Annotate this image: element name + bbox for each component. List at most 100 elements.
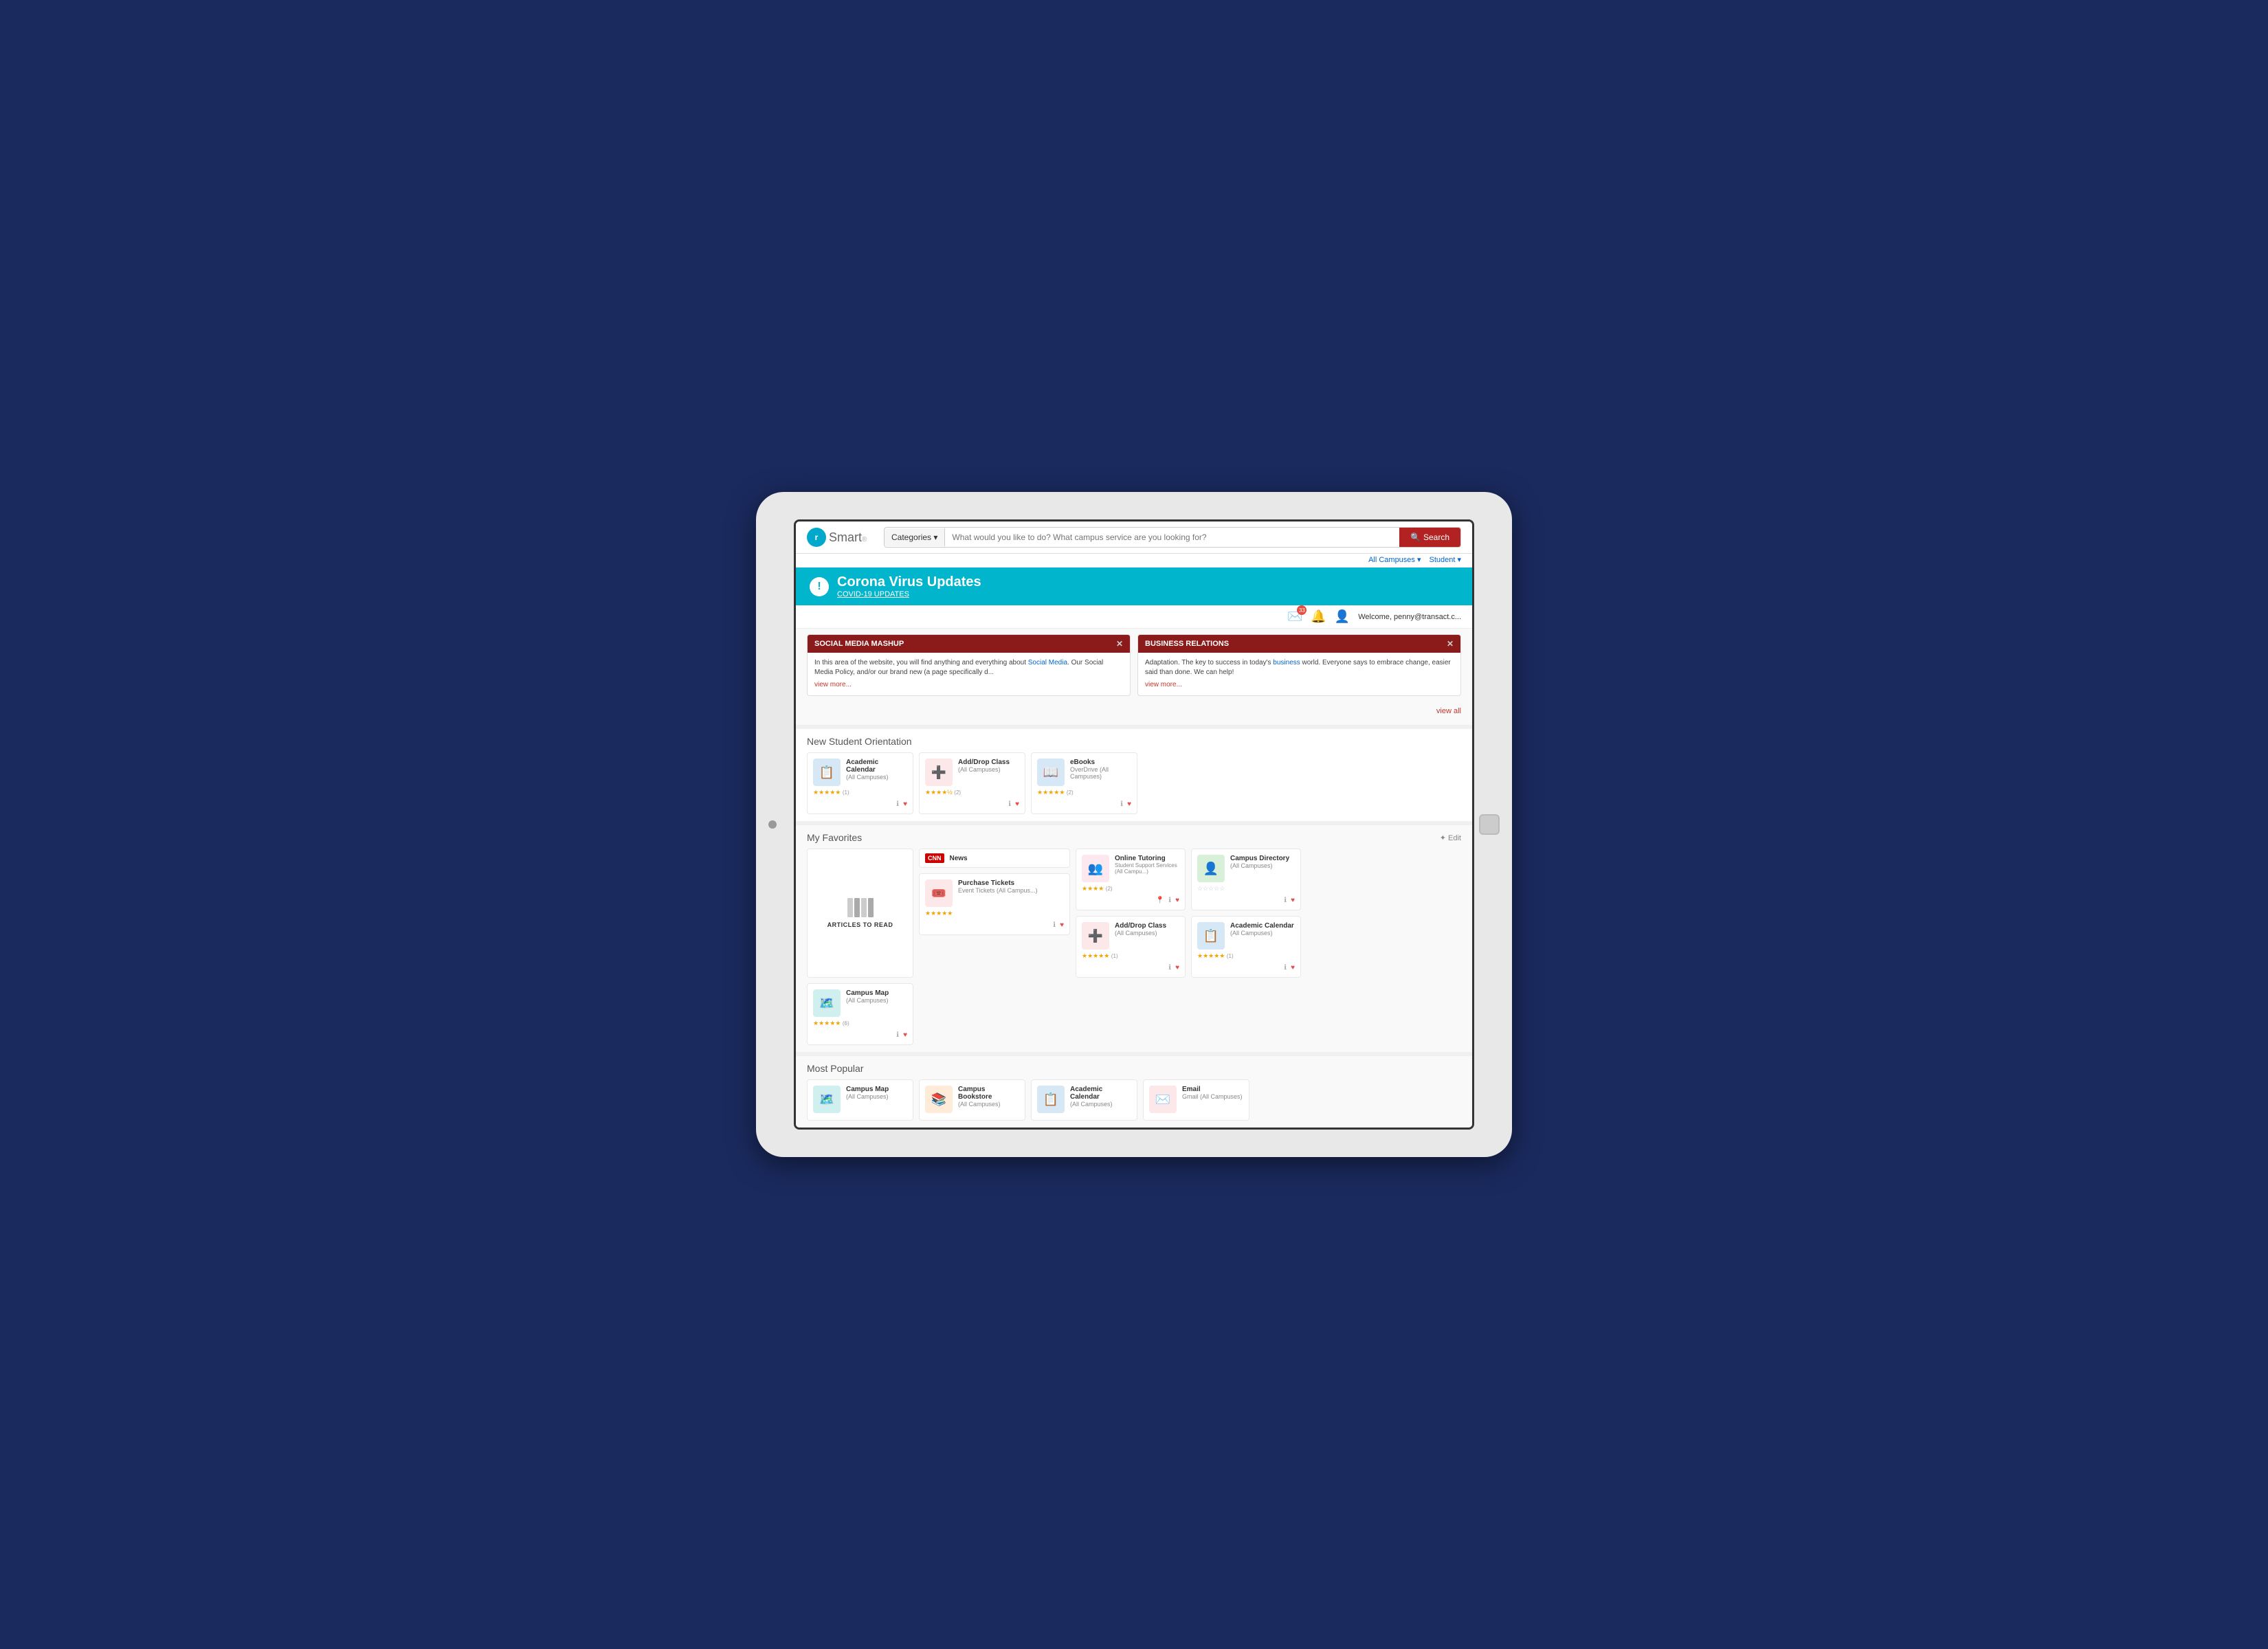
directory-text: Campus Directory (All Campuses)	[1230, 855, 1295, 869]
popular-section: Most Popular 🗺️ Campus Map (All Campuses…	[796, 1056, 1472, 1128]
logo: r Smart®	[807, 528, 876, 547]
mail-badge: 33	[1297, 605, 1307, 615]
info-icon[interactable]: ℹ	[1284, 964, 1287, 972]
alert-link[interactable]: COVID-19 UPDATES	[837, 590, 981, 598]
add-drop-actions: ℹ ♥	[925, 800, 1019, 808]
add-drop-stars: ★★★★½ (2)	[925, 789, 1019, 796]
info-icon[interactable]: ℹ	[1120, 800, 1123, 808]
business-view-more[interactable]: view more...	[1145, 680, 1454, 690]
popular-map-icon: 🗺️	[813, 1086, 841, 1113]
add-drop-card[interactable]: ➕ Add/Drop Class (All Campuses) ★★★★½ (2…	[919, 752, 1025, 814]
social-media-close-btn[interactable]: ✕	[1116, 639, 1123, 649]
tutoring-column: 👥 Online Tutoring Student Support Servic…	[1076, 849, 1186, 978]
logo-icon: r	[807, 528, 826, 547]
popular-academic-cal[interactable]: 📋 Academic Calendar (All Campuses)	[1031, 1079, 1137, 1121]
favorite-icon[interactable]: ♥	[903, 1031, 907, 1039]
popular-bookstore[interactable]: 📚 Campus Bookstore (All Campuses)	[919, 1079, 1025, 1121]
campus-selector[interactable]: All Campuses ▾	[1368, 555, 1421, 564]
academic-cal-fav-text: Academic Calendar (All Campuses)	[1230, 922, 1295, 936]
directory-icon: 👤	[1197, 855, 1225, 882]
popular-email[interactable]: ✉️ Email Gmail (All Campuses)	[1143, 1079, 1249, 1121]
favorite-icon[interactable]: ♥	[903, 800, 907, 808]
business-highlight: business	[1273, 659, 1300, 666]
purchase-tickets-text: Purchase Tickets Event Tickets (All Camp…	[958, 879, 1064, 894]
notifications-icon[interactable]: 🔔	[1311, 609, 1326, 624]
favorite-icon[interactable]: ♥	[1291, 897, 1295, 904]
cards-row: SOCIAL MEDIA MASHUP ✕ In this area of th…	[807, 634, 1461, 696]
academic-cal-fav-card[interactable]: 📋 Academic Calendar (All Campuses) ★★★★★…	[1191, 916, 1301, 978]
social-media-card-body: In this area of the website, you will fi…	[808, 653, 1130, 695]
info-icon[interactable]: ℹ	[896, 800, 899, 808]
add-drop-icon: ➕	[925, 759, 953, 786]
campus-map-fav-icon: 🗺️	[813, 989, 841, 1017]
search-input[interactable]	[945, 528, 1399, 546]
popular-bookstore-text: Campus Bookstore (All Campuses)	[958, 1086, 1019, 1108]
campus-map-fav-text: Campus Map (All Campuses)	[846, 989, 907, 1004]
business-close-btn[interactable]: ✕	[1447, 639, 1454, 649]
favorites-section: My Favorites ✦ Edit ARTICLES TO READ	[796, 825, 1472, 1052]
alert-banner: ! Corona Virus Updates COVID-19 UPDATES	[796, 568, 1472, 605]
online-tutoring-card[interactable]: 👥 Online Tutoring Student Support Servic…	[1076, 849, 1186, 910]
info-icon[interactable]: ℹ	[1168, 964, 1171, 972]
mail-icon[interactable]: ✉️ 33	[1287, 609, 1302, 624]
welcome-text: Welcome, penny@transact.c...	[1358, 613, 1461, 621]
ebooks-stars: ★★★★★ (2)	[1037, 789, 1131, 796]
popular-email-icon: ✉️	[1149, 1086, 1177, 1113]
campus-map-fav-card[interactable]: 🗺️ Campus Map (All Campuses) ★★★★★ (6) ℹ…	[807, 983, 913, 1045]
location-icon: 📍	[1156, 897, 1164, 904]
directory-column: 👤 Campus Directory (All Campuses) ☆☆☆☆☆ …	[1191, 849, 1301, 978]
cnn-badge: CNN	[925, 853, 944, 863]
purchase-tickets-icon: 🎟️	[925, 879, 953, 907]
favorite-icon[interactable]: ♥	[1175, 964, 1179, 972]
favorites-grid: ARTICLES TO READ CNN News 🎟️	[807, 849, 1461, 978]
news-card[interactable]: CNN News	[919, 849, 1070, 868]
ebooks-card[interactable]: 📖 eBooks OverDrive (All Campuses) ★★★★★ …	[1031, 752, 1137, 814]
academic-calendar-card[interactable]: 📋 Academic Calendar (All Campuses) ★★★★★…	[807, 752, 913, 814]
popular-grid: 🗺️ Campus Map (All Campuses) 📚 Campus Bo…	[807, 1079, 1461, 1121]
articles-to-read-card[interactable]: ARTICLES TO READ	[807, 849, 913, 978]
info-icon[interactable]: ℹ	[1284, 897, 1287, 904]
alert-icon: !	[810, 577, 829, 596]
edit-button[interactable]: ✦ Edit	[1440, 833, 1461, 842]
student-selector[interactable]: Student ▾	[1430, 555, 1462, 564]
favorite-icon[interactable]: ♥	[1060, 921, 1064, 929]
social-media-card: SOCIAL MEDIA MASHUP ✕ In this area of th…	[807, 634, 1131, 696]
featured-cards-section: SOCIAL MEDIA MASHUP ✕ In this area of th…	[796, 629, 1472, 725]
social-media-view-more[interactable]: view more...	[814, 680, 1123, 690]
info-icon[interactable]: ℹ	[1008, 800, 1011, 808]
orientation-title: New Student Orientation	[807, 736, 1461, 747]
tablet-screen: r Smart® Categories ▾ 🔍 Search All Cam	[794, 519, 1474, 1130]
popular-campus-map[interactable]: 🗺️ Campus Map (All Campuses)	[807, 1079, 913, 1121]
favorite-icon[interactable]: ♥	[1175, 897, 1179, 904]
social-media-highlight: Social Media	[1028, 659, 1067, 666]
campus-map-fav-wrap: 🗺️ Campus Map (All Campuses) ★★★★★ (6) ℹ…	[807, 983, 1461, 1045]
app-header: r Smart® Categories ▾ 🔍 Search	[796, 521, 1472, 554]
ebooks-text: eBooks OverDrive (All Campuses)	[1070, 759, 1131, 780]
news-column: CNN News 🎟️ Purchase Tickets Event Ticke…	[919, 849, 1070, 978]
popular-map-text: Campus Map (All Campuses)	[846, 1086, 907, 1100]
search-button[interactable]: 🔍 Search	[1399, 528, 1460, 547]
info-icon[interactable]: ℹ	[1168, 897, 1171, 904]
tutoring-text: Online Tutoring Student Support Services…	[1115, 855, 1179, 875]
tablet-side-button	[768, 820, 777, 829]
add-drop-fav-icon: ➕	[1082, 922, 1109, 950]
business-card-header: BUSINESS RELATIONS ✕	[1138, 635, 1460, 653]
favorite-icon[interactable]: ♥	[1291, 964, 1295, 972]
campus-directory-card[interactable]: 👤 Campus Directory (All Campuses) ☆☆☆☆☆ …	[1191, 849, 1301, 910]
user-icon[interactable]: 👤	[1335, 609, 1350, 624]
view-all-link[interactable]: view all	[1436, 707, 1461, 715]
academic-calendar-icon: 📋	[813, 759, 841, 786]
search-icon: 🔍	[1410, 532, 1421, 542]
favorite-icon[interactable]: ♥	[1127, 800, 1131, 808]
info-icon[interactable]: ℹ	[1053, 921, 1056, 929]
orientation-items-grid: 📋 Academic Calendar (All Campuses) ★★★★★…	[807, 752, 1461, 814]
add-drop-fav-card[interactable]: ➕ Add/Drop Class (All Campuses) ★★★★★ (1…	[1076, 916, 1186, 978]
alert-content: Corona Virus Updates COVID-19 UPDATES	[837, 574, 981, 598]
categories-dropdown[interactable]: Categories ▾	[885, 528, 945, 546]
favorite-icon[interactable]: ♥	[1015, 800, 1019, 808]
ebooks-actions: ℹ ♥	[1037, 800, 1131, 808]
toolbar-row: ✉️ 33 🔔 👤 Welcome, penny@transact.c...	[796, 605, 1472, 629]
purchase-tickets-card[interactable]: 🎟️ Purchase Tickets Event Tickets (All C…	[919, 873, 1070, 935]
info-icon[interactable]: ℹ	[896, 1031, 899, 1039]
tablet-home-button	[1479, 814, 1500, 835]
